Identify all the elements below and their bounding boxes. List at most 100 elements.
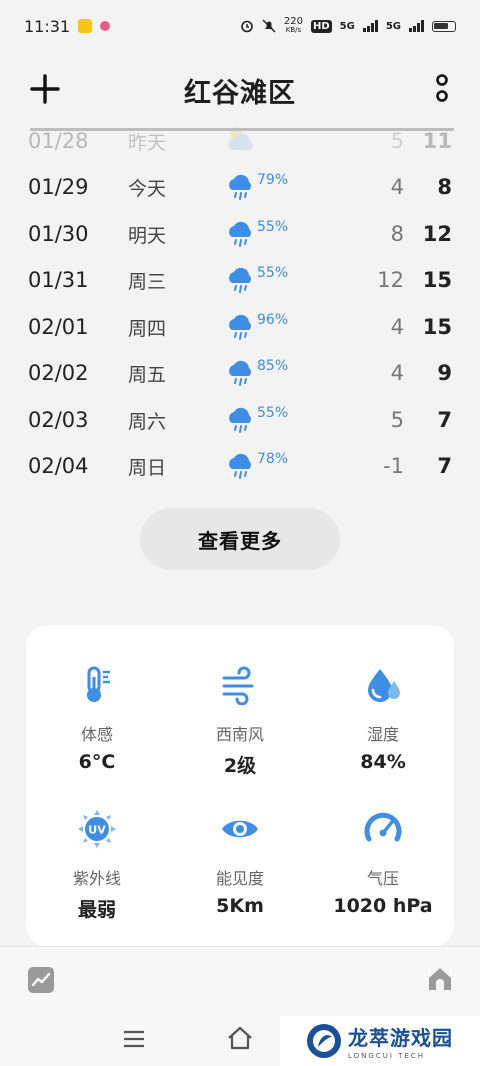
visibility-value: 5Km — [216, 895, 264, 917]
wind-label: 西南风 — [215, 725, 264, 744]
forecast-day: 今天 — [128, 177, 167, 200]
high-temp: 15 — [422, 268, 452, 292]
high-temp: 7 — [437, 408, 452, 432]
rain-icon — [229, 453, 251, 479]
humidity-value: 84% — [360, 751, 406, 773]
forecast-date: 01/30 — [28, 222, 89, 246]
app-notification-icon-2 — [100, 21, 111, 31]
forecast-day: 周六 — [128, 410, 167, 433]
forecast-row[interactable]: 02/02 周五 85% 4 9 — [0, 350, 480, 396]
visibility-cell: 能见度 5Km — [169, 809, 311, 917]
nav-menu-button[interactable] — [122, 1029, 146, 1049]
low-temp: -1 — [383, 454, 404, 478]
rain-icon — [229, 267, 251, 293]
network-speed-value: 220 — [283, 16, 303, 27]
weather-details-card: 体感 6°C 西南风 2级 湿度 84% UV 紫外线 最弱 能见度 5Km 气… — [26, 625, 454, 947]
network-type-2: 5G — [385, 20, 401, 32]
precip-chance: 55% — [257, 219, 289, 235]
precip-chance: 85% — [257, 358, 289, 374]
forecast-day: 昨天 — [128, 131, 167, 154]
app-header: 红谷滩区 — [0, 62, 480, 118]
humidity-drop-icon — [368, 669, 400, 702]
pressure-value: 1020 hPa — [333, 895, 433, 917]
status-time: 11:31 — [24, 16, 71, 36]
forecast-date: 02/03 — [28, 408, 89, 432]
high-temp: 11 — [422, 129, 452, 153]
forecast-date: 02/01 — [28, 315, 89, 339]
high-temp: 12 — [422, 222, 452, 246]
uv-cell: UV 紫外线 最弱 — [26, 809, 168, 922]
forecast-row[interactable]: 01/29 今天 79% 4 8 — [0, 164, 480, 210]
forecast-day: 明天 — [128, 224, 167, 247]
pressure-label: 气压 — [366, 869, 399, 888]
watermark-cn: 龙萃游戏园 — [348, 1026, 453, 1050]
rain-icon — [229, 221, 251, 247]
home-location-button[interactable] — [426, 965, 454, 993]
forecast-row[interactable]: 01/28 昨天 5 11 — [0, 118, 480, 164]
uv-label: 紫外线 — [72, 869, 121, 888]
page-title: 红谷滩区 — [184, 77, 296, 109]
rain-icon — [229, 360, 251, 386]
forecast-date: 02/04 — [28, 454, 89, 478]
pressure-cell: 气压 1020 hPa — [312, 809, 454, 917]
low-temp: 8 — [390, 222, 404, 246]
low-temp: 5 — [390, 129, 404, 153]
hd-badge: HD — [310, 19, 332, 33]
more-options-button[interactable] — [434, 72, 450, 106]
forecast-date: 01/29 — [28, 175, 89, 199]
forecast-row[interactable]: 01/31 周三 55% 12 15 — [0, 257, 480, 303]
forecast-day: 周日 — [128, 456, 167, 479]
low-temp: 4 — [390, 315, 404, 339]
signal-icon-2 — [409, 20, 424, 32]
status-icons: 220 KB/s HD 5G 5G — [240, 17, 456, 35]
forecast-row[interactable]: 02/01 周四 96% 4 15 — [0, 304, 480, 350]
nav-home-button[interactable] — [226, 1025, 254, 1051]
feels-like-label: 体感 — [80, 725, 113, 744]
battery-icon — [432, 20, 456, 32]
forecast-day: 周三 — [128, 270, 167, 293]
low-temp: 5 — [390, 408, 404, 432]
trend-chart-button[interactable] — [28, 967, 54, 993]
watermark-text: 龙萃游戏园 LONGCUI TECH — [348, 1022, 453, 1060]
precip-chance: 55% — [257, 405, 289, 421]
low-temp: 4 — [390, 361, 404, 385]
app-notification-icon — [78, 19, 93, 33]
rain-icon — [229, 407, 251, 433]
precip-chance: 55% — [257, 265, 289, 281]
eye-icon — [222, 820, 258, 838]
feels-like-cell: 体感 6°C — [26, 665, 168, 773]
add-city-button[interactable] — [28, 72, 62, 106]
forecast-day: 周五 — [128, 363, 167, 386]
rain-icon — [229, 314, 251, 340]
header-divider — [30, 128, 454, 131]
low-temp: 12 — [377, 268, 404, 292]
forecast-row[interactable]: 02/03 周六 55% 5 7 — [0, 397, 480, 443]
precip-chance: 78% — [257, 451, 289, 467]
mute-icon — [262, 19, 276, 33]
watermark-en: LONGCUI TECH — [348, 1052, 425, 1060]
feels-like-value: 6°C — [78, 751, 116, 773]
forecast-row[interactable]: 01/30 明天 55% 8 12 — [0, 211, 480, 257]
network-speed: 220 KB/s — [284, 17, 303, 35]
visibility-label: 能见度 — [215, 869, 264, 888]
view-more-button[interactable]: 查看更多 — [140, 508, 340, 570]
network-type-1: 5G — [339, 20, 355, 32]
uv-icon: UV — [78, 810, 116, 848]
uv-badge-text: UV — [88, 824, 106, 837]
signal-icon — [362, 20, 378, 32]
network-speed-unit: KB/s — [285, 26, 302, 34]
watermark-logo-icon — [307, 1024, 341, 1058]
low-temp: 4 — [390, 175, 404, 199]
wind-icon — [222, 666, 254, 705]
forecast-day: 周四 — [128, 317, 167, 340]
forecast-date: 01/31 — [28, 268, 89, 292]
wind-value: 2级 — [223, 755, 257, 777]
humidity-label: 湿度 — [366, 725, 399, 744]
rain-icon — [229, 174, 251, 200]
wind-cell: 西南风 2级 — [169, 665, 311, 778]
forecast-row[interactable]: 02/04 周日 78% -1 7 — [0, 443, 480, 489]
high-temp: 9 — [437, 361, 452, 385]
forecast-date: 02/02 — [28, 361, 89, 385]
gauge-icon — [364, 812, 402, 842]
watermark: 龙萃游戏园 LONGCUI TECH — [280, 1016, 480, 1066]
